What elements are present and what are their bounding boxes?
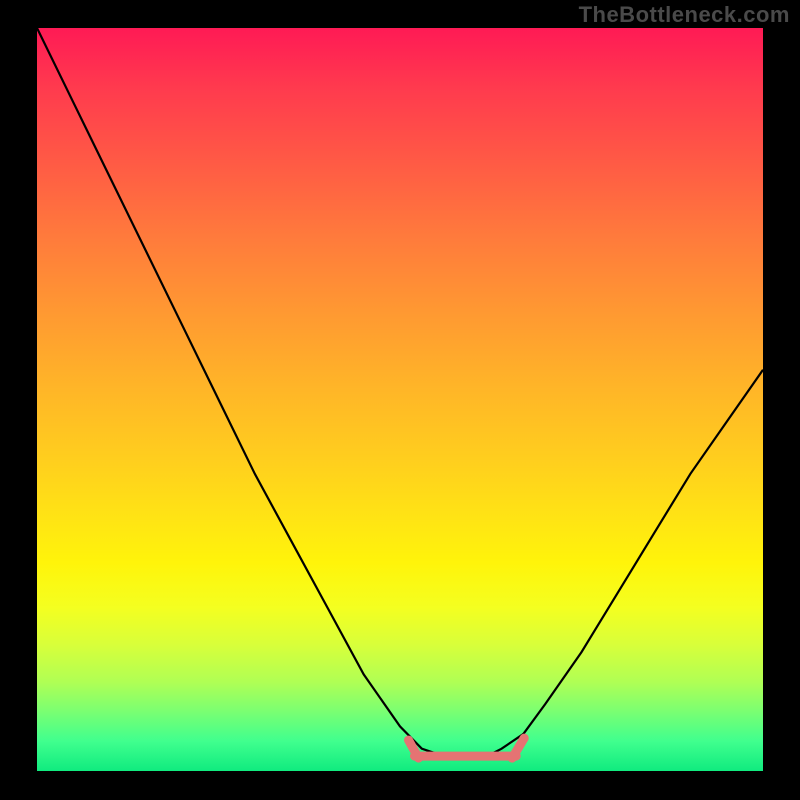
- bottleneck-curve: [37, 28, 763, 756]
- plot-area: [37, 28, 763, 771]
- chart-frame: TheBottleneck.com: [0, 0, 800, 800]
- watermark-text: TheBottleneck.com: [579, 2, 790, 28]
- marker-cluster-left: [409, 738, 525, 758]
- chart-svg: [37, 28, 763, 771]
